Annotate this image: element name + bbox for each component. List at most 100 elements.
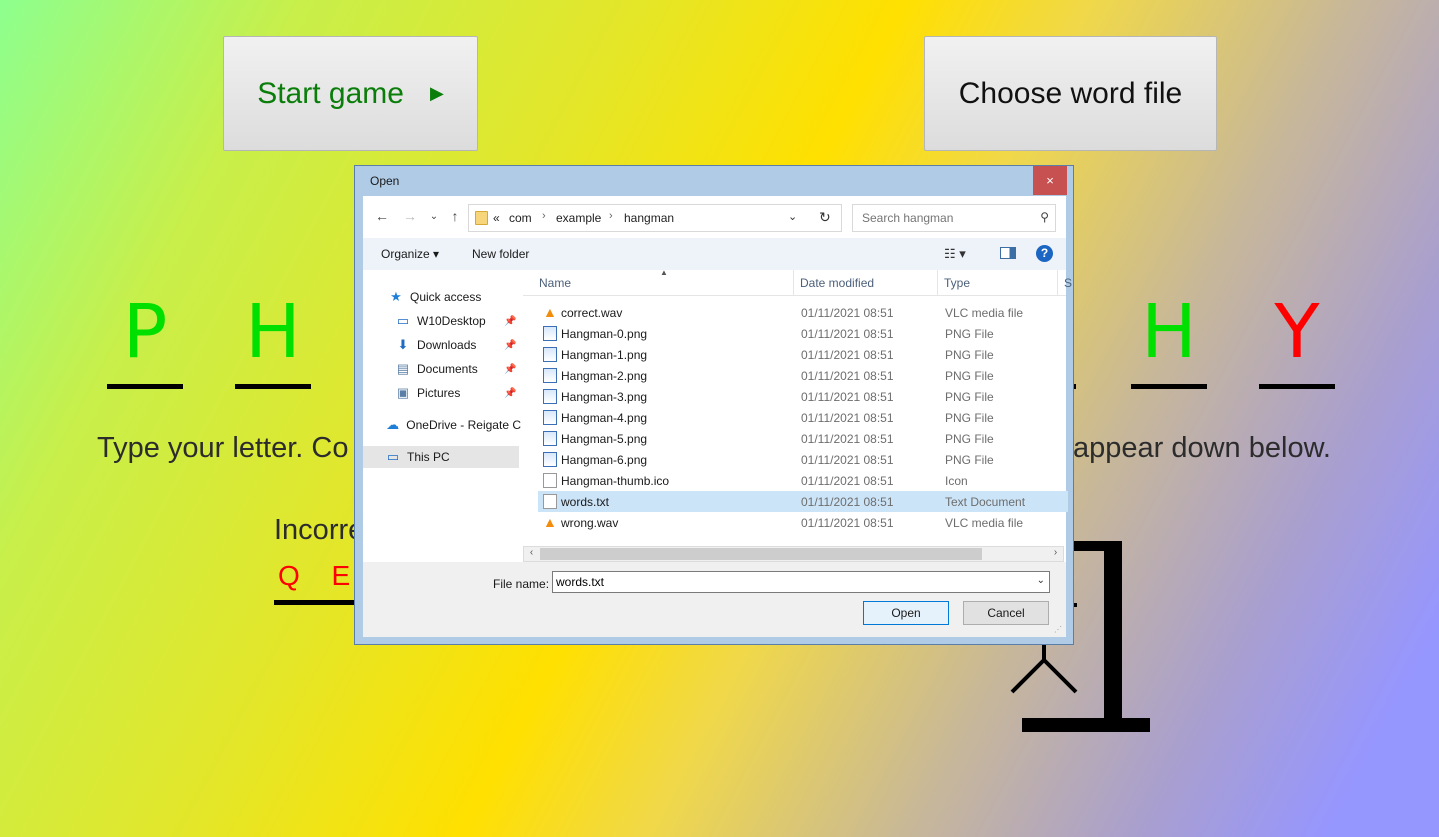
chevron-down-icon[interactable]: ⌄ [788,210,797,223]
start-game-label: Start game [257,76,404,110]
nav-item-documents[interactable]: ▤ Documents 📌 [395,358,520,380]
start-game-button[interactable]: Start game ▶ [223,36,478,151]
nav-label: Downloads [417,338,477,352]
column-name[interactable]: Name [533,276,571,290]
pictures-icon: ▣ [396,385,410,400]
png-file-icon [543,389,557,404]
file-type: Icon [945,474,968,488]
file-type: PNG File [945,411,994,425]
file-row[interactable]: Hangman-5.png 01/11/2021 08:51 PNG File [538,428,1068,449]
vlc-icon: ▲ [543,304,557,320]
file-name-field[interactable]: ⌄ [552,571,1050,593]
chevron-right-icon: › [542,210,546,222]
address-bar[interactable]: « com › example › hangman ⌄ ↻ [468,204,842,232]
file-date: 01/11/2021 08:51 [801,474,894,488]
up-arrow-icon[interactable]: ↑ [446,208,464,224]
search-input[interactable] [853,205,1028,231]
nav-quick-access[interactable]: ★ Quick access [388,286,481,308]
gallows-post [1104,541,1122,726]
breadcrumb-com[interactable]: com [509,211,532,225]
pin-icon[interactable]: 📌 [504,388,516,399]
png-file-icon [543,347,557,362]
column-date-modified[interactable]: Date modified [794,276,874,290]
preview-pane-icon[interactable] [1000,247,1016,259]
file-date: 01/11/2021 08:51 [801,327,894,341]
search-icon[interactable]: ⚲ [1040,210,1049,224]
file-row[interactable]: Hangman-0.png 01/11/2021 08:51 PNG File [538,323,1068,344]
gallows-base [1022,718,1150,732]
instruction-text-left: Type your letter. Co [97,432,349,464]
breadcrumb-example[interactable]: example [556,211,601,225]
file-name: Hangman-2.png [561,369,648,383]
file-row-selected[interactable]: words.txt 01/11/2021 08:51 Text Document [538,491,1068,512]
breadcrumb-hangman[interactable]: hangman [624,211,674,225]
ico-file-icon [543,473,557,488]
open-file-dialog: Open × ← → ⌄ ↑ « com › example › hangman… [354,165,1074,645]
refresh-icon[interactable]: ↻ [819,209,831,226]
dialog-footer: File name: ⌄ Open Cancel ⋰ [363,562,1066,637]
navigation-pane: ★ Quick access ▭ W10Desktop 📌 ⬇ Download… [363,270,521,562]
nav-onedrive[interactable]: ☁ OneDrive - Reigate C [385,414,521,436]
column-size[interactable]: S [1058,276,1072,290]
letter-slot: Y [1259,292,1335,392]
close-button[interactable]: × [1033,166,1067,195]
recent-locations-icon[interactable]: ⌄ [425,211,443,222]
file-row[interactable]: Hangman-3.png 01/11/2021 08:51 PNG File [538,386,1068,407]
horizontal-scrollbar[interactable]: ‹ › [523,546,1064,562]
forward-arrow-icon[interactable]: → [401,208,419,224]
nav-label: Documents [417,362,478,376]
letter: Y [1274,289,1320,375]
folder-icon [475,211,488,225]
file-type: PNG File [945,327,994,341]
dialog-title: Open [370,174,400,188]
new-folder-button[interactable]: New folder [472,247,529,261]
column-type[interactable]: Type [938,276,970,290]
organize-menu[interactable]: Organize ▾ [381,247,439,261]
file-type: PNG File [945,390,994,404]
file-row[interactable]: Hangman-thumb.ico 01/11/2021 08:51 Icon [538,470,1068,491]
nav-item-pictures[interactable]: ▣ Pictures 📌 [395,382,520,404]
pin-icon[interactable]: 📌 [504,316,516,327]
scroll-right-icon[interactable]: › [1048,547,1063,558]
choose-word-file-button[interactable]: Choose word file [924,36,1217,151]
column-headers: ▲ Name Date modified Type S [523,268,1072,296]
file-name: Hangman-0.png [561,327,648,341]
help-icon[interactable]: ? [1036,245,1053,262]
nav-item-downloads[interactable]: ⬇ Downloads 📌 [395,334,520,356]
download-icon: ⬇ [397,337,409,352]
nav-item-w10desktop[interactable]: ▭ W10Desktop 📌 [395,310,520,332]
breadcrumb-overflow[interactable]: « [493,211,500,225]
view-options-icon[interactable]: ☷ ▾ [944,246,966,262]
file-row[interactable]: ▲ wrong.wav 01/11/2021 08:51 VLC media f… [538,512,1068,533]
nav-this-pc[interactable]: ▭ This PC [363,446,519,468]
file-row[interactable]: Hangman-2.png 01/11/2021 08:51 PNG File [538,365,1068,386]
scroll-left-icon[interactable]: ‹ [524,547,539,558]
star-icon: ★ [390,289,402,304]
scrollbar-thumb[interactable] [540,548,982,560]
chevron-down-icon[interactable]: ⌄ [1037,575,1045,586]
letter: H [245,289,301,375]
letter-slot: H [235,292,311,392]
file-row[interactable]: Hangman-1.png 01/11/2021 08:51 PNG File [538,344,1068,365]
file-type: VLC media file [945,306,1024,320]
pin-icon[interactable]: 📌 [504,364,516,375]
file-row[interactable]: Hangman-4.png 01/11/2021 08:51 PNG File [538,407,1068,428]
letter-underline [1259,384,1335,389]
dialog-body: ← → ⌄ ↑ « com › example › hangman ⌄ ↻ ⚲ [363,196,1072,637]
letter: H [1141,289,1197,375]
open-button[interactable]: Open [863,601,949,625]
dialog-titlebar[interactable]: Open × [355,166,1073,196]
letter-underline [107,384,183,389]
search-box[interactable]: ⚲ [852,204,1056,232]
nav-label: Pictures [417,386,461,400]
file-row[interactable]: ▲ correct.wav 01/11/2021 08:51 VLC media… [538,302,1068,323]
pin-icon[interactable]: 📌 [504,340,516,351]
file-name: Hangman-4.png [561,411,648,425]
file-row[interactable]: Hangman-6.png 01/11/2021 08:51 PNG File [538,449,1068,470]
resize-grip-icon[interactable]: ⋰ [1054,625,1062,634]
cancel-button[interactable]: Cancel [963,601,1049,625]
png-file-icon [543,452,557,467]
file-name-input[interactable] [553,572,1023,592]
vlc-icon: ▲ [543,514,557,530]
back-arrow-icon[interactable]: ← [373,208,391,224]
